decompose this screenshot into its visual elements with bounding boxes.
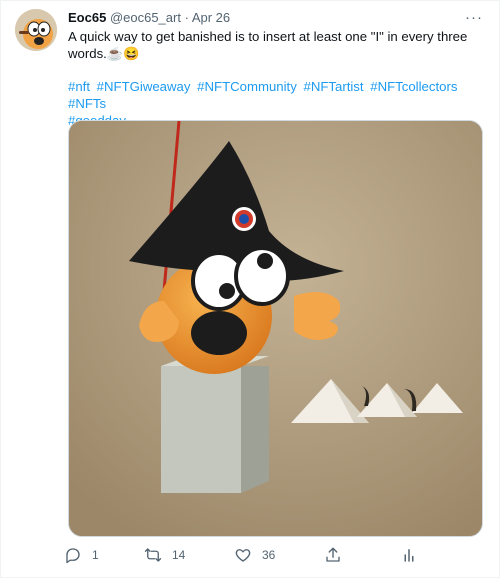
retweet-count: 14 <box>172 548 186 562</box>
reply-icon <box>66 548 80 564</box>
more-icon[interactable]: ··· <box>465 9 483 26</box>
hashtag-link[interactable]: #NFTGiweaway <box>97 79 191 94</box>
display-name[interactable]: Eoc65 <box>68 10 106 25</box>
tweet-media[interactable] <box>68 120 483 537</box>
nft-artwork-image <box>69 121 482 536</box>
hashtag-link[interactable]: #NFTcollectors <box>370 79 457 94</box>
tweet-date[interactable]: Apr 26 <box>192 10 230 25</box>
action-bar: 1 14 36 <box>64 546 464 566</box>
avatar[interactable] <box>15 9 57 51</box>
tweet-card[interactable]: Eoc65 @eoc65_art · Apr 26 ··· A quick wa… <box>0 0 500 578</box>
share-button[interactable] <box>324 546 342 564</box>
user-handle[interactable]: @eoc65_art <box>110 10 181 25</box>
reply-button[interactable]: 1 <box>64 546 99 564</box>
separator: · <box>184 10 189 25</box>
like-button[interactable]: 36 <box>234 546 275 564</box>
hashtag-link[interactable]: #nft <box>68 79 90 94</box>
retweet-icon <box>144 548 162 562</box>
share-icon <box>326 547 340 562</box>
tweet-text: A quick way to get banished is to insert… <box>68 29 468 61</box>
tweet-header: Eoc65 @eoc65_art · Apr 26 <box>68 10 230 26</box>
hashtag-link[interactable]: #NFTartist <box>303 79 363 94</box>
hashtag-link[interactable]: #NFTs <box>68 96 106 111</box>
analytics-icon <box>404 549 414 562</box>
heart-icon <box>235 549 251 562</box>
hashtag-link[interactable]: #NFTCommunity <box>197 79 297 94</box>
analytics-button[interactable] <box>400 546 418 564</box>
avatar-image <box>15 9 57 51</box>
retweet-button[interactable]: 14 <box>144 546 185 564</box>
reply-count: 1 <box>92 548 99 562</box>
like-count: 36 <box>262 548 276 562</box>
